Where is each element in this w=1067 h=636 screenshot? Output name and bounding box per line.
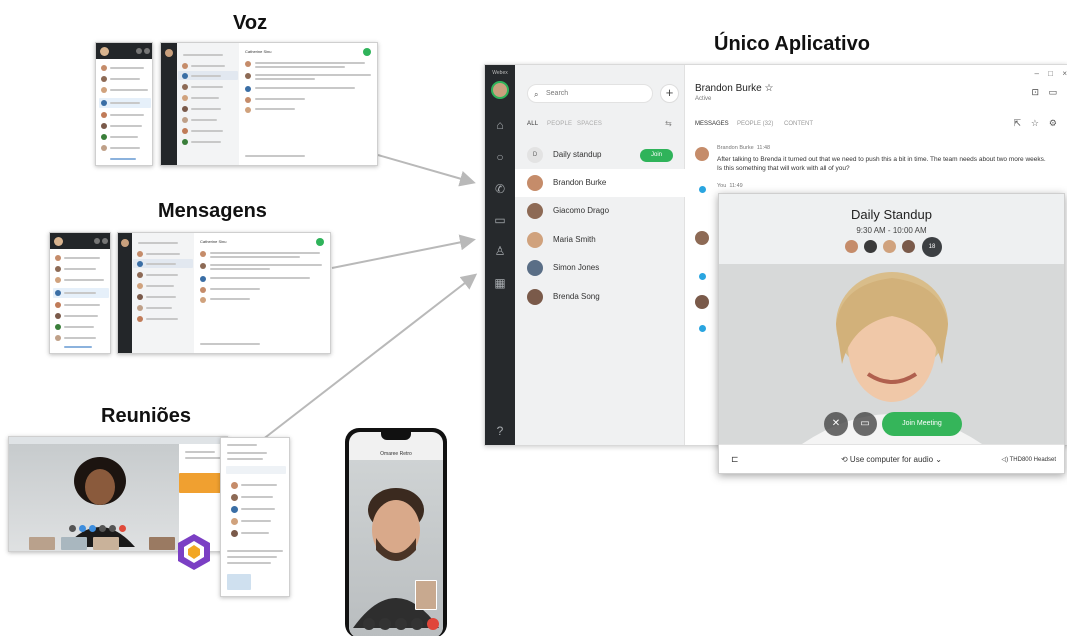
phone-caller-name: Omaree Retro <box>380 451 412 457</box>
space-row-daily-standup[interactable]: D Daily standup Join <box>515 141 685 169</box>
filter-people[interactable]: PEOPLE <box>547 121 572 127</box>
mensagens-contacts-thumbnail <box>49 232 111 354</box>
mensagens-chat-thumbnail: Catherine Sinu <box>117 232 331 354</box>
avatar <box>699 186 706 193</box>
contacts-icon[interactable]: ♙ <box>492 243 508 259</box>
app-brand: Webex <box>492 70 508 76</box>
voz-contacts-thumbnail <box>95 42 153 166</box>
devices-icon[interactable]: ▭ <box>492 212 508 228</box>
message-meta: Brandon Burke 11:48 <box>717 145 771 151</box>
call-icon[interactable]: ⊡ <box>1031 87 1039 98</box>
message-meta: You 11:49 <box>717 183 743 189</box>
audio-icon: ⟲ <box>840 455 850 464</box>
app-rail: Webex ⌂ ○ ✆ ▭ ♙ ▦ ? <box>485 65 515 445</box>
voz-chat-thumbnail: Catherine Sinu <box>160 42 378 166</box>
calendar-icon[interactable]: ▦ <box>492 275 508 291</box>
mensagens-chat-contact: Catherine Sinu <box>200 239 227 244</box>
stop-video-button[interactable]: ▭ <box>853 412 877 436</box>
filter-all[interactable]: ALL <box>527 121 538 127</box>
avatar <box>527 175 543 191</box>
tab-messages[interactable]: MESSAGES <box>695 121 729 127</box>
share-icon[interactable]: ⇱ <box>1013 118 1021 129</box>
mobile-phone-mockup: Omaree Retro <box>345 428 447 636</box>
space-name: Brenda Song <box>553 292 600 301</box>
space-row-giacomo-drago[interactable]: Giacomo Drago <box>515 197 685 225</box>
space-name: Simon Jones <box>553 263 600 272</box>
tab-content[interactable]: CONTENT <box>784 121 813 127</box>
space-name: Daily standup <box>553 150 602 159</box>
home-icon[interactable]: ⌂ <box>492 117 508 133</box>
space-name: Brandon Burke <box>553 178 607 187</box>
join-space-button[interactable]: Join <box>640 149 673 162</box>
favorite-star-icon[interactable]: ☆ <box>765 83 774 94</box>
voz-chat-contact: Catherine Sinu <box>245 49 272 54</box>
avatar <box>527 289 543 305</box>
audio-options-bar: ⊏ ⟲ Use computer for audio ⌄ ◁) THD800 H… <box>719 444 1064 473</box>
reunioes-participants-thumbnail <box>220 437 290 597</box>
space-badge: D <box>527 147 543 163</box>
phone-video-icon[interactable] <box>379 618 391 630</box>
phone-speaker-icon[interactable] <box>395 618 407 630</box>
avatar <box>695 147 709 161</box>
avatar <box>527 203 543 219</box>
self-preview-video: ✕ ▭ Join Meeting <box>719 264 1064 444</box>
headset-selector[interactable]: ◁) THD800 Headset <box>1001 456 1056 463</box>
add-space-button[interactable]: + <box>660 84 679 103</box>
avatar <box>695 231 709 245</box>
participant-avatar <box>864 240 877 253</box>
participant-count-badge[interactable]: 18 <box>922 237 942 257</box>
avatar <box>527 260 543 276</box>
participant-avatar <box>845 240 858 253</box>
filter-settings-icon[interactable]: ⇆ <box>665 119 672 128</box>
phone-mute-icon[interactable] <box>363 618 375 630</box>
meeting-title: Daily Standup <box>851 207 932 222</box>
spaces-list-panel: Search ⌕ + ALL PEOPLE SPACES ⇆ D Daily s… <box>515 65 685 445</box>
space-name: Giacomo Drago <box>553 206 610 215</box>
conversation-title: Brandon Burke ☆ <box>695 83 774 94</box>
close-icon[interactable]: × <box>1062 69 1067 78</box>
join-meeting-button[interactable]: Join Meeting <box>882 412 962 436</box>
messaging-icon[interactable]: ○ <box>492 149 508 165</box>
reunioes-participant-portrait <box>65 457 135 547</box>
meeting-time: 9:30 AM - 10:00 AM <box>856 226 927 235</box>
user-avatar[interactable] <box>491 81 509 99</box>
space-row-brenda-song[interactable]: Brenda Song <box>515 283 685 311</box>
avatar <box>699 273 706 280</box>
phone-end-call-icon[interactable] <box>427 618 439 630</box>
avatar <box>699 325 706 332</box>
mute-microphone-button[interactable]: ✕ <box>824 412 848 436</box>
search-icon: ⌕ <box>534 90 539 99</box>
filter-spaces[interactable]: SPACES <box>577 121 602 127</box>
space-row-brandon-burke[interactable]: Brandon Burke <box>515 169 685 197</box>
video-call-icon[interactable]: ▭ <box>1048 87 1057 98</box>
calls-icon[interactable]: ✆ <box>492 181 508 197</box>
pin-icon[interactable]: ☆ <box>1031 118 1039 129</box>
speaker-icon: ◁) <box>1001 457 1010 463</box>
chevron-down-icon: ⌄ <box>933 455 943 464</box>
participant-avatar <box>902 240 915 253</box>
arrow-voz <box>377 154 476 187</box>
avatar <box>695 295 709 309</box>
help-icon[interactable]: ? <box>492 423 508 439</box>
arrow-mensagens <box>331 234 476 269</box>
participant-avatar <box>883 240 896 253</box>
meeting-join-dialog: Daily Standup 9:30 AM - 10:00 AM 18 ✕ ▭ … <box>718 193 1065 474</box>
message-text: After talking to Brenda it turned out th… <box>717 156 1046 172</box>
presence-status: Active <box>695 96 712 102</box>
minimize-icon[interactable]: – <box>1035 69 1039 78</box>
avatar <box>527 232 543 248</box>
meeting-app-logo-icon <box>178 534 210 570</box>
phone-more-icon[interactable] <box>411 618 423 630</box>
space-row-simon-jones[interactable]: Simon Jones <box>515 254 685 282</box>
settings-icon[interactable]: ⚙ <box>1049 118 1057 129</box>
tab-people[interactable]: PEOPLE (32) <box>737 121 773 127</box>
search-input[interactable]: Search <box>527 84 653 103</box>
space-name: Maria Smith <box>553 235 596 244</box>
space-row-maria-smith[interactable]: Maria Smith <box>515 226 685 254</box>
maximize-icon[interactable]: □ <box>1048 69 1053 78</box>
